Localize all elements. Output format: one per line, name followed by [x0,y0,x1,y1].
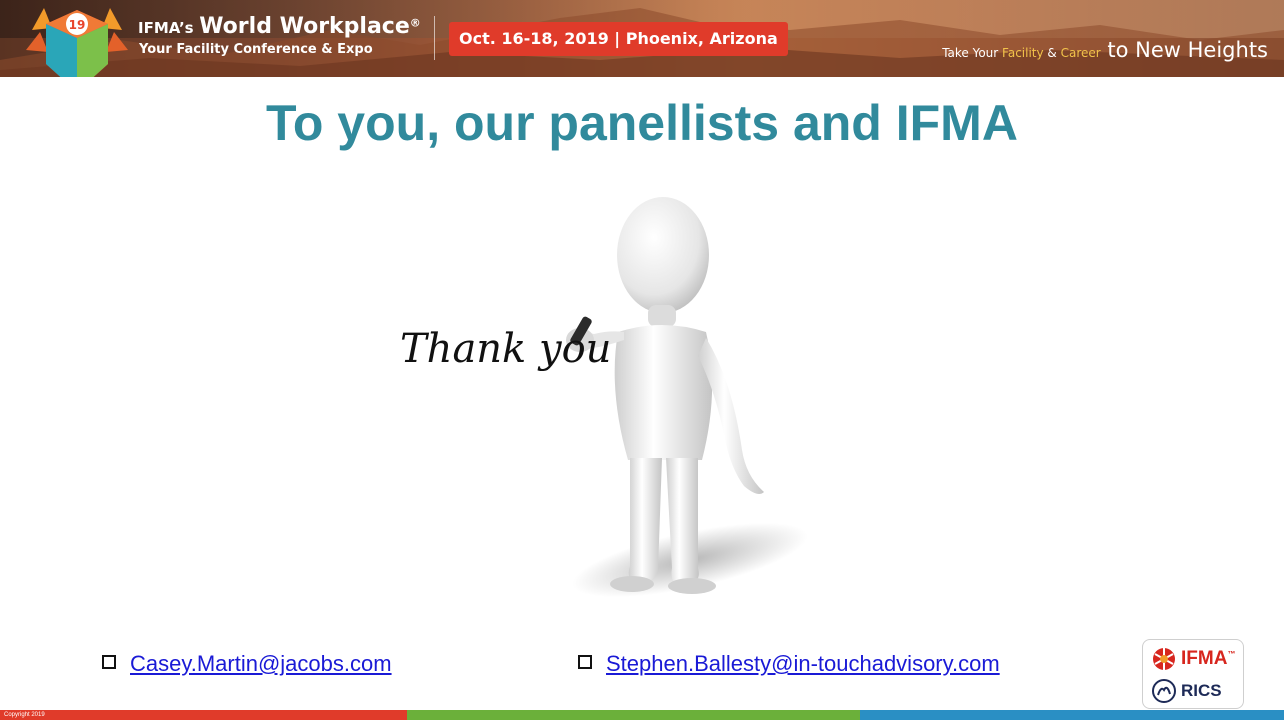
rics-logo-icon [1152,679,1176,703]
tagline-pre: Take Your [942,46,1003,60]
date-location-badge: Oct. 16-18, 2019 | Phoenix, Arizona [449,22,788,56]
rics-text: RICS [1181,681,1222,700]
checkbox-icon [102,655,116,669]
brand-prefix: IFMA’s [138,19,194,37]
tagline-facility: Facility [1002,46,1044,60]
brand-subtitle: Your Facility Conference & Expo [139,42,373,57]
footer-strip-blue [860,710,1284,720]
footer-strip-red [0,710,407,720]
footer-strip-green [407,710,860,720]
checkbox-icon [578,655,592,669]
conference-logo-icon: 19 [22,2,132,77]
registered-mark: ® [409,16,421,30]
svg-text:19: 19 [69,18,86,32]
contact-stephen: Stephen.Ballesty@in-touchadvisory.com [578,651,1000,681]
header-divider [434,16,435,60]
ifma-logo-icon [1153,648,1175,670]
tagline-post: to New Heights [1100,38,1268,62]
email-link-stephen[interactable]: Stephen.Ballesty@in-touchadvisory.com [606,651,1000,676]
header-banner: 19 IFMA’s World Workplace® Your Facility… [0,0,1284,77]
partner-logos: IFMA™ RICS [1142,639,1244,709]
tagline-career: Career [1060,46,1101,60]
brand-title: IFMA’s World Workplace® [138,14,421,39]
slide-title: To you, our panellists and IFMA [266,95,1018,151]
ifma-tm: ™ [1227,649,1236,659]
copyright-text: Copyright 2019 [4,712,45,718]
handwritten-thank-you: Thank you [400,326,611,372]
tagline-amp: & [1043,46,1061,60]
ifma-label: IFMA [1181,648,1228,669]
brand-name: World Workplace [199,14,410,39]
tagline: Take Your Facility & Career to New Heigh… [942,38,1268,62]
thank-you-figure: Thank you [380,180,840,640]
contact-casey: Casey.Martin@jacobs.com [102,651,392,681]
ifma-text: IFMA™ [1181,648,1235,670]
email-link-casey[interactable]: Casey.Martin@jacobs.com [130,651,392,676]
